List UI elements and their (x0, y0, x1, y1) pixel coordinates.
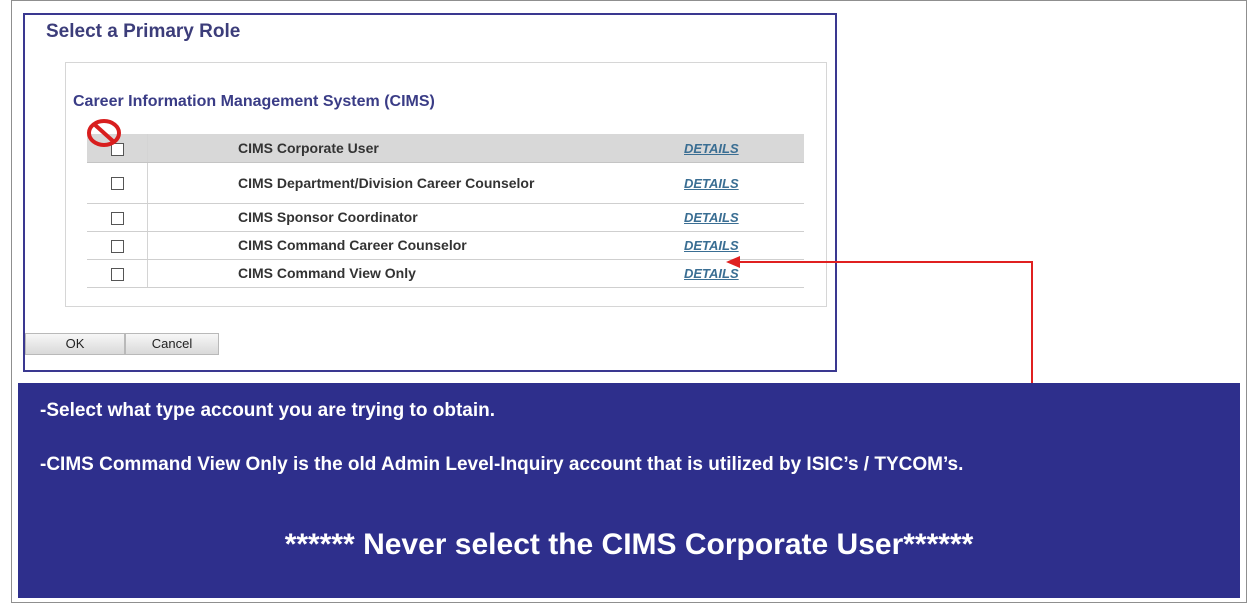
role-name: CIMS Sponsor Coordinator (147, 203, 678, 232)
checkbox-cell (87, 203, 148, 232)
role-name: CIMS Department/Division Career Counselo… (147, 162, 678, 204)
details-link[interactable]: DETAILS (684, 210, 739, 225)
role-name-text: CIMS Department/Division Career Counselo… (238, 174, 535, 191)
warning-line: ****** Never select the CIMS Corporate U… (284, 528, 974, 561)
role-name: CIMS Corporate User (147, 134, 678, 163)
details-link[interactable]: DETAILS (684, 141, 739, 156)
role-checkbox-department-career-counselor[interactable] (110, 177, 124, 191)
table-row: CIMS Sponsor Coordinator DETAILS (87, 203, 804, 232)
role-name: CIMS Command Career Counselor (147, 231, 678, 260)
table-row: CIMS Corporate User DETAILS (87, 134, 804, 163)
instruction-line-1: -Select what type account you are trying… (40, 400, 496, 421)
table-row: CIMS Command View Only DETAILS (87, 259, 804, 288)
checkbox-cell (87, 134, 148, 163)
details-link[interactable]: DETAILS (684, 238, 739, 253)
cancel-button[interactable]: Cancel (125, 333, 219, 355)
roles-table: CIMS Corporate User DETAILS CIMS Departm… (87, 134, 804, 288)
details-link[interactable]: DETAILS (684, 266, 739, 281)
role-name: CIMS Command View Only (147, 259, 678, 288)
ok-button[interactable]: OK (25, 333, 125, 355)
role-checkbox-corporate-user[interactable] (110, 142, 124, 156)
table-row: CIMS Department/Division Career Counselo… (87, 162, 804, 204)
role-checkbox-sponsor-coordinator[interactable] (110, 211, 124, 225)
instruction-line-2: -CIMS Command View Only is the old Admin… (40, 454, 964, 475)
checkbox-cell (87, 162, 148, 204)
dialog-title: Select a Primary Role (46, 21, 241, 42)
select-role-dialog: Select a Primary Role Career Information… (23, 13, 837, 372)
details-link[interactable]: DETAILS (684, 176, 739, 191)
checkbox-cell (87, 259, 148, 288)
role-checkbox-command-view-only[interactable] (110, 267, 124, 281)
table-row: CIMS Command Career Counselor DETAILS (87, 231, 804, 260)
instruction-banner: -Select what type account you are trying… (18, 383, 1240, 598)
role-checkbox-command-career-counselor[interactable] (110, 239, 124, 253)
section-title: Career Information Management System (CI… (73, 93, 435, 110)
checkbox-cell (87, 231, 148, 260)
